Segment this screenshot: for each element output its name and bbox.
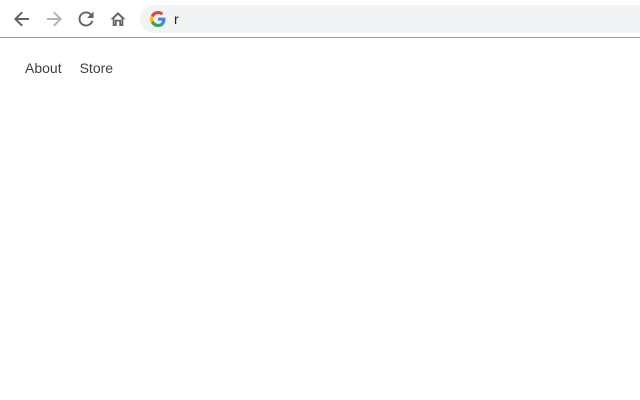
home-icon [110, 12, 126, 26]
store-link[interactable]: Store [80, 60, 113, 76]
address-input[interactable] [174, 9, 634, 29]
reload-icon [78, 11, 94, 27]
about-link[interactable]: About [25, 60, 62, 76]
arrow-right-icon [47, 11, 62, 27]
top-links: About Store [25, 60, 113, 76]
address-bar[interactable] [140, 5, 640, 33]
back-button[interactable] [8, 5, 36, 33]
home-button[interactable] [104, 5, 132, 33]
arrow-left-icon [14, 11, 29, 27]
forward-button[interactable] [40, 5, 68, 33]
browser-toolbar [0, 0, 640, 38]
reload-button[interactable] [72, 5, 100, 33]
google-g-icon [150, 11, 166, 27]
page-content: About Store [0, 39, 640, 400]
